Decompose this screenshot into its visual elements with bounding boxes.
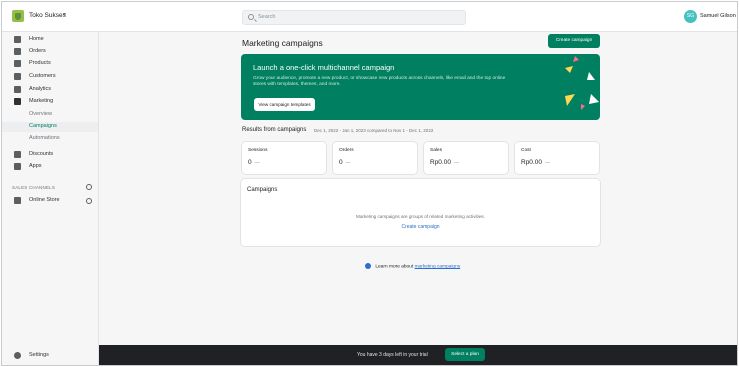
sidebar-item-label: Products xyxy=(29,60,51,66)
products-icon xyxy=(14,60,21,67)
stat-label: Orders xyxy=(339,148,354,153)
sidebar-item-settings[interactable]: Settings xyxy=(2,351,98,361)
orders-icon xyxy=(14,48,21,55)
sidebar-item-label: Automations xyxy=(29,135,60,141)
stat-card-sessions: Sessions 0— xyxy=(242,142,326,174)
page-title: Marketing campaigns xyxy=(242,38,323,48)
view-store-icon[interactable] xyxy=(86,198,92,204)
create-campaign-link[interactable]: Create campaign xyxy=(241,224,600,230)
banner-title: Launch a one-click multichannel campaign xyxy=(253,63,395,72)
sales-channels-header: SALES CHANNELS xyxy=(12,185,56,190)
select-plan-button[interactable]: Select a plan xyxy=(445,348,485,361)
sidebar-item-campaigns[interactable]: Campaigns xyxy=(2,122,98,132)
sidebar-item-label: Overview xyxy=(29,111,52,117)
banner-illustration-icon xyxy=(565,56,599,110)
sidebar-item-label: Analytics xyxy=(29,86,52,92)
stat-value: Rp0.00— xyxy=(430,159,459,166)
sidebar-item-apps[interactable]: Apps xyxy=(2,162,98,172)
store-logo-icon xyxy=(12,10,24,22)
learn-more: Learn more about marketing campaigns xyxy=(365,263,460,269)
sidebar-item-products[interactable]: Products xyxy=(2,59,98,69)
sidebar-item-label: Settings xyxy=(29,352,49,358)
sidebar: Home Orders Products Customers Analytics… xyxy=(2,32,99,365)
results-title: Results from campaigns xyxy=(242,127,307,133)
stat-value: 0— xyxy=(339,159,351,166)
store-name[interactable]: Toko Sukses xyxy=(29,12,66,19)
create-campaign-button[interactable]: Create campaign xyxy=(548,34,600,48)
search-placeholder: Search xyxy=(258,14,276,20)
learn-more-prefix: Learn more about xyxy=(375,264,414,270)
home-icon xyxy=(14,36,21,43)
top-bar: Toko Sukses ▾ Search SG Samuel Gilson xyxy=(2,2,737,32)
stat-label: Cost xyxy=(521,148,531,153)
results-date-range: Dec 1, 2022 - Jan 1, 2023 compared to No… xyxy=(314,128,434,133)
stat-card-orders: Orders 0— xyxy=(333,142,417,174)
campaigns-empty-text: Marketing campaigns are groups of relate… xyxy=(356,214,485,219)
stat-card-cost: Cost Rp0.00— xyxy=(515,142,599,174)
stat-label: Sessions xyxy=(248,148,268,153)
campaign-banner: Launch a one-click multichannel campaign… xyxy=(241,54,600,120)
stat-label: Sales xyxy=(430,148,442,153)
online-store-icon xyxy=(14,197,21,204)
sidebar-item-label: Online Store xyxy=(29,197,60,203)
stat-value: Rp0.00— xyxy=(521,159,550,166)
marketing-icon xyxy=(14,98,21,105)
search-icon xyxy=(248,14,254,20)
user-name[interactable]: Samuel Gilson xyxy=(700,13,736,19)
sidebar-item-label: Discounts xyxy=(29,151,54,157)
sidebar-item-customers[interactable]: Customers xyxy=(2,72,98,82)
sidebar-item-discounts[interactable]: Discounts xyxy=(2,150,98,160)
stat-card-sales: Sales Rp0.00— xyxy=(424,142,508,174)
customers-icon xyxy=(14,73,21,80)
banner-text: Grow your audience, promote a new produc… xyxy=(253,76,506,87)
sidebar-item-label: Home xyxy=(29,36,44,42)
campaigns-card: Campaigns Marketing campaigns are groups… xyxy=(241,179,600,246)
sidebar-item-orders[interactable]: Orders xyxy=(2,47,98,57)
analytics-icon xyxy=(14,86,21,93)
sidebar-item-online-store[interactable]: Online Store xyxy=(2,196,98,206)
gear-icon xyxy=(14,352,21,359)
trial-banner: You have 3 days left in your trial Selec… xyxy=(99,345,737,365)
sidebar-item-analytics[interactable]: Analytics xyxy=(2,85,98,95)
sidebar-item-label: Campaigns xyxy=(29,123,57,129)
sidebar-item-label: Apps xyxy=(29,163,42,169)
apps-icon xyxy=(14,163,21,170)
learn-more-link[interactable]: marketing campaigns xyxy=(415,264,461,269)
sidebar-item-label: Orders xyxy=(29,48,46,54)
stat-value: 0— xyxy=(248,159,260,166)
avatar[interactable]: SG xyxy=(684,10,697,23)
sidebar-item-automations[interactable]: Automations xyxy=(2,134,98,144)
discounts-icon xyxy=(14,151,21,158)
add-sales-channel-icon[interactable] xyxy=(86,184,92,190)
app-window: Toko Sukses ▾ Search SG Samuel Gilson Ho… xyxy=(1,1,738,366)
view-templates-button[interactable]: View campaign templates xyxy=(254,98,315,111)
sidebar-item-home[interactable]: Home xyxy=(2,35,98,45)
sidebar-item-label: Customers xyxy=(29,73,56,79)
sidebar-item-marketing[interactable]: Marketing xyxy=(2,97,98,107)
trial-text: You have 3 days left in your trial xyxy=(357,352,428,358)
campaigns-title: Campaigns xyxy=(247,187,278,193)
info-icon xyxy=(365,263,371,269)
sidebar-item-label: Marketing xyxy=(29,98,54,104)
chevron-down-icon[interactable]: ▾ xyxy=(63,11,66,18)
search-input[interactable]: Search xyxy=(242,10,466,25)
sidebar-item-overview[interactable]: Overview xyxy=(2,110,98,120)
